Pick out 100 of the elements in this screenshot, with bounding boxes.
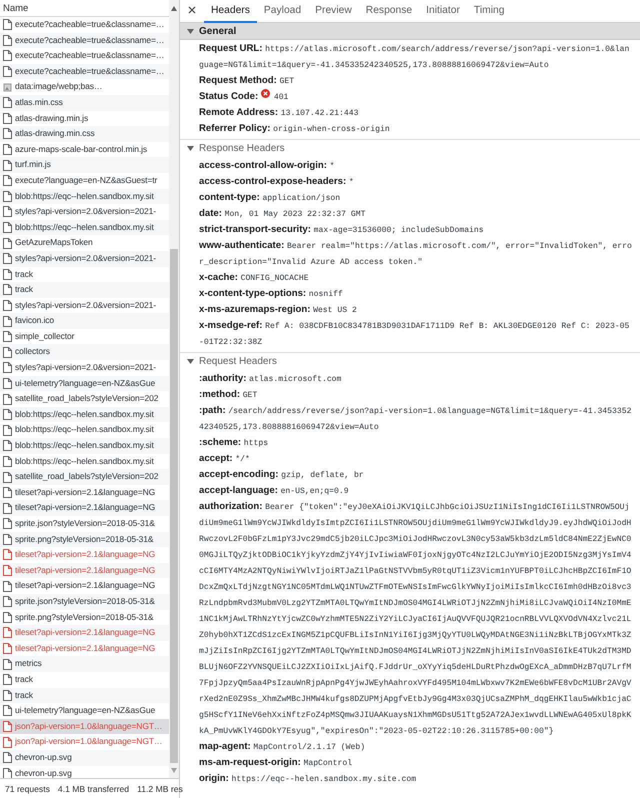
header-line: strict-transport-security: max-age=31536000; includeSubDomains — [199, 223, 485, 237]
header-line: content-type: application/json — [199, 191, 342, 205]
file-icon — [3, 300, 12, 311]
request-row[interactable]: json?api-version=1.0&language=NGT… — [0, 734, 169, 750]
file-icon — [3, 66, 12, 78]
header-line: Request URL: https://atlas.microsoft.com/search/address/reverse/json?api-version=1.0&language=NGT&limit=1&query=-41.345335242340525,173.80888816069472&view=Auto — [199, 42, 630, 72]
header-line: x-ms-azuremaps-region: West US 2 — [199, 303, 358, 317]
request-row[interactable]: sprite.png?styleVersion=2018-05-31& — [0, 610, 169, 626]
file-icon — [3, 534, 12, 545]
request-row[interactable]: blob:https://eqc--helen.sandbox.my.sit — [0, 438, 169, 454]
status-text: 11.2 MB res — [137, 783, 183, 796]
file-icon — [3, 362, 12, 374]
request-row[interactable]: tileset?api-version=2.1&language=NG — [0, 500, 169, 516]
file-icon — [3, 565, 12, 576]
tab[interactable]: Response — [358, 0, 420, 23]
request-row[interactable]: track — [0, 266, 169, 282]
request-row[interactable]: ui-telemetry?language=en-NZ&asGue — [0, 376, 169, 392]
file-icon — [3, 502, 12, 514]
request-row[interactable]: chevron-up.svg — [0, 766, 169, 778]
request-row[interactable]: tileset?api-version=2.1&language=NG — [0, 562, 169, 578]
column-header[interactable]: Name — [0, 0, 169, 17]
tab[interactable]: Initiator — [419, 0, 467, 23]
header-line: :authority: atlas.microsoft.com — [199, 372, 342, 386]
request-row[interactable]: azure-maps-scale-bar-control.min.js — [0, 142, 169, 158]
file-icon — [3, 222, 12, 234]
header-line: access-control-expose-headers: * — [199, 175, 355, 189]
request-row[interactable]: chevron-up.svg — [0, 750, 169, 766]
expanded-triangle-icon — [187, 358, 194, 365]
request-row[interactable]: execute?cacheable=true&classname=… — [0, 48, 169, 64]
section-header[interactable]: Response Headers — [180, 140, 640, 157]
file-icon — [3, 690, 12, 701]
scrollbar-thumb[interactable] — [170, 249, 178, 763]
header-line: date: Mon, 01 May 2023 22:32:37 GMT — [199, 207, 366, 221]
request-row[interactable]: simple_collector — [0, 328, 169, 344]
request-row[interactable]: collectors — [0, 344, 169, 360]
request-row[interactable]: tileset?api-version=2.1&language=NG — [0, 640, 169, 656]
request-row[interactable]: atlas-drawing.min.js — [0, 110, 169, 126]
request-row[interactable]: execute?cacheable=true&classname=… — [0, 32, 169, 48]
request-row[interactable]: satellite_road_labels?styleVersion=202 — [0, 391, 169, 407]
request-row[interactable]: execute?language=en-NZ&asGuest=tr — [0, 172, 169, 189]
request-row[interactable]: styles?api-version=2.0&version=2021- — [0, 204, 169, 220]
request-row[interactable]: blob:https://eqc--helen.sandbox.my.sit — [0, 220, 169, 236]
request-row[interactable]: blob:https://eqc--helen.sandbox.my.sit — [0, 422, 169, 438]
request-row[interactable]: styles?api-version=2.0&version=2021- — [0, 360, 169, 376]
header-line: accept-language: en-US,en;q=0.9 — [199, 484, 350, 498]
request-row[interactable]: ui-telemetry?language=en-NZ&asGue — [0, 703, 169, 719]
section-header[interactable]: Request Headers — [180, 353, 640, 370]
header-line: Remote Address: 13.107.42.21:443 — [199, 106, 360, 120]
request-row[interactable]: blob:https://eqc--helen.sandbox.my.sit — [0, 406, 169, 422]
tab[interactable]: Preview — [308, 0, 359, 23]
request-row[interactable]: data:image/webp;bas… — [0, 79, 169, 95]
header-line: :scheme: https — [199, 436, 270, 450]
status-text: 4.1 MB transferred — [58, 783, 130, 796]
request-row[interactable]: tileset?api-version=2.1&language=NG — [0, 625, 169, 641]
request-row[interactable]: atlas.min.css — [0, 94, 169, 111]
file-icon — [3, 518, 12, 530]
header-line: accept-encoding: gzip, deflate, br — [199, 468, 365, 482]
file-icon — [3, 456, 12, 467]
header-line: :method: GET — [199, 388, 258, 402]
status-text: 71 requests — [5, 783, 50, 796]
request-row[interactable]: execute?cacheable=true&classname=… — [0, 64, 169, 80]
request-row[interactable]: satellite_road_labels?styleVersion=202 — [0, 469, 169, 485]
request-row[interactable]: tileset?api-version=2.1&language=NG — [0, 547, 169, 563]
request-row[interactable]: sprite.png?styleVersion=2018-05-31& — [0, 532, 169, 548]
expanded-triangle-icon — [187, 145, 194, 152]
request-row[interactable]: GetAzureMapsToken — [0, 235, 169, 251]
file-icon — [3, 144, 12, 156]
file-icon — [3, 612, 12, 623]
request-row[interactable]: tileset?api-version=2.1&language=NG — [0, 484, 169, 500]
file-icon — [3, 643, 12, 654]
error-icon — [260, 89, 270, 98]
request-row[interactable]: execute?cacheable=true&classname=… — [0, 17, 169, 33]
request-row[interactable]: tileset?api-version=2.1&language=NG — [0, 578, 169, 594]
request-row[interactable]: track — [0, 672, 169, 688]
request-row[interactable]: styles?api-version=2.0&version=2021- — [0, 298, 169, 314]
file-icon — [3, 112, 12, 124]
scroll-up-icon[interactable] — [171, 6, 177, 11]
header-line: Request Method: GET — [199, 74, 296, 88]
request-row[interactable]: turf.min.js — [0, 157, 169, 173]
file-icon — [3, 19, 12, 30]
request-row[interactable]: sprite.json?styleVersion=2018-05-31& — [0, 594, 169, 610]
file-icon — [3, 50, 12, 62]
header-line: ms-am-request-origin: MapControl — [199, 756, 354, 770]
request-row[interactable]: blob:https://eqc--helen.sandbox.my.sit — [0, 454, 169, 470]
tab[interactable]: Timing — [466, 0, 512, 23]
header-line: access-control-allow-origin: * — [199, 159, 336, 173]
request-row[interactable]: styles?api-version=2.0&version=2021- — [0, 250, 169, 266]
request-row[interactable]: blob:https://eqc--helen.sandbox.my.sit — [0, 188, 169, 204]
request-row[interactable]: favicon.ico — [0, 313, 169, 329]
request-row[interactable]: metrics — [0, 656, 169, 672]
file-icon — [3, 284, 12, 296]
file-icon — [3, 736, 12, 748]
section-header[interactable]: General — [180, 23, 640, 40]
request-row[interactable]: track — [0, 688, 169, 704]
file-icon — [3, 346, 12, 358]
tab[interactable]: Payload — [256, 0, 308, 23]
request-row[interactable]: sprite.json?styleVersion=2018-05-31& — [0, 516, 169, 532]
request-row[interactable]: atlas-drawing.min.css — [0, 126, 169, 142]
request-row[interactable]: track — [0, 282, 169, 298]
header-line: origin: https://eqc--helen.sandbox.my.site.com — [199, 772, 418, 786]
